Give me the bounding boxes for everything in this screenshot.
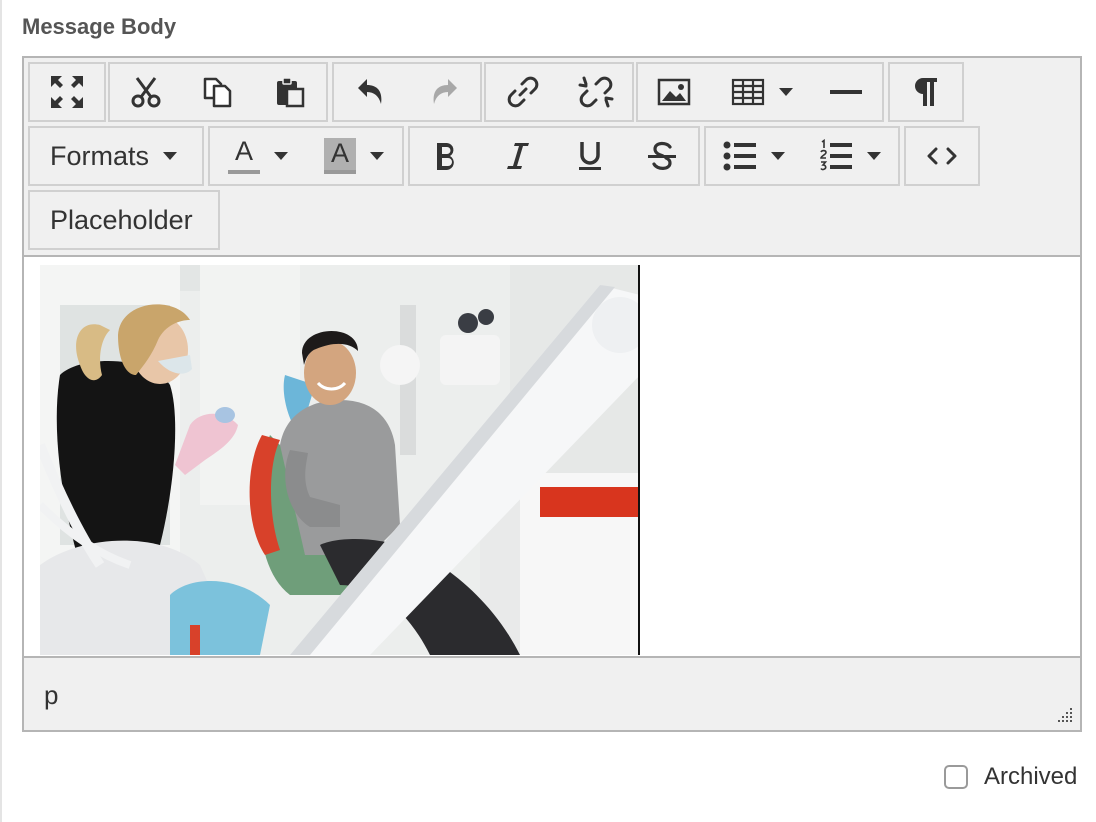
text-color-icon: A — [228, 138, 260, 174]
bullet-list-icon — [723, 141, 756, 171]
toolbar-group-link — [484, 62, 634, 122]
cut-icon — [131, 77, 161, 108]
bullet-list-button[interactable] — [706, 128, 802, 184]
link-button[interactable] — [486, 64, 559, 120]
fullscreen-button[interactable] — [30, 64, 104, 120]
editor-statusbar: p — [24, 656, 1080, 730]
unlink-button[interactable] — [559, 64, 632, 120]
background-color-icon: A — [324, 138, 356, 174]
toolbar-group-colors: A A — [208, 126, 404, 186]
text-color-button[interactable]: A — [210, 128, 306, 184]
table-icon — [731, 78, 765, 106]
undo-button[interactable] — [334, 64, 407, 120]
dental-clinic-photo — [40, 265, 638, 655]
rich-text-editor: Formats A A Placeholder p — [22, 56, 1082, 732]
strikethrough-button[interactable] — [626, 128, 698, 184]
toolbar-group-history — [332, 62, 482, 122]
table-dropdown-caret-icon — [779, 88, 793, 96]
toolbar-group-lists — [704, 126, 900, 186]
bold-button[interactable] — [410, 128, 482, 184]
bullet-list-caret-icon — [771, 152, 785, 160]
editor-content-area[interactable] — [24, 255, 1080, 656]
placeholder-button[interactable]: Placeholder — [50, 192, 218, 248]
italic-button[interactable] — [482, 128, 554, 184]
horizontal-rule-icon — [830, 90, 862, 94]
image-icon — [657, 78, 691, 106]
embedded-photo[interactable] — [40, 265, 640, 655]
numbered-list-button[interactable] — [802, 128, 898, 184]
toolbar-group-formats: Formats — [28, 126, 204, 186]
placeholder-label: Placeholder — [50, 204, 193, 235]
underline-button[interactable] — [554, 128, 626, 184]
archived-checkbox[interactable] — [944, 765, 968, 789]
toolbar-group-clipboard — [108, 62, 328, 122]
archived-option[interactable]: Archived — [944, 762, 1077, 792]
paste-button[interactable] — [254, 64, 326, 120]
link-icon — [507, 76, 538, 108]
numbered-list-icon — [820, 139, 852, 171]
paste-icon — [277, 77, 305, 108]
background-color-button[interactable]: A — [306, 128, 402, 184]
fullscreen-icon — [51, 76, 83, 108]
element-path[interactable]: p — [44, 680, 58, 711]
copy-button[interactable] — [182, 64, 254, 120]
redo-button[interactable] — [407, 64, 480, 120]
source-code-button[interactable] — [906, 128, 978, 184]
table-button[interactable] — [714, 64, 810, 120]
formats-dropdown[interactable]: Formats — [50, 128, 200, 184]
redo-icon — [433, 79, 457, 104]
underline-icon — [579, 142, 601, 170]
archived-label: Archived — [984, 763, 1078, 790]
editor-toolbar: Formats A A Placeholder — [24, 58, 1080, 255]
toolbar-group-code — [904, 126, 980, 186]
numbered-list-caret-icon — [867, 152, 881, 160]
field-label: Message Body — [22, 14, 177, 39]
source-code-icon — [927, 147, 957, 165]
toolbar-group-insert — [636, 62, 884, 122]
page-left-border — [0, 0, 2, 822]
unlink-icon — [578, 76, 613, 108]
pilcrow-icon — [915, 78, 937, 106]
toolbar-group-visualchars — [888, 62, 964, 122]
toolbar-group-inline-format — [408, 126, 700, 186]
show-invisibles-button[interactable] — [890, 64, 962, 120]
italic-icon — [507, 143, 529, 169]
text-color-caret-icon — [274, 152, 288, 160]
undo-icon — [357, 79, 381, 104]
background-color-caret-icon — [370, 152, 384, 160]
formats-caret-icon — [163, 152, 178, 160]
toolbar-group-placeholder: Placeholder — [28, 190, 220, 250]
insert-image-button[interactable] — [638, 64, 710, 120]
copy-icon — [203, 77, 232, 108]
cut-button[interactable] — [110, 64, 182, 120]
resize-handle-icon[interactable] — [1056, 706, 1074, 724]
bold-icon — [437, 143, 454, 170]
formats-label: Formats — [50, 140, 150, 171]
strikethrough-icon — [648, 141, 676, 170]
horizontal-rule-button[interactable] — [810, 64, 882, 120]
toolbar-group-view — [28, 62, 106, 122]
